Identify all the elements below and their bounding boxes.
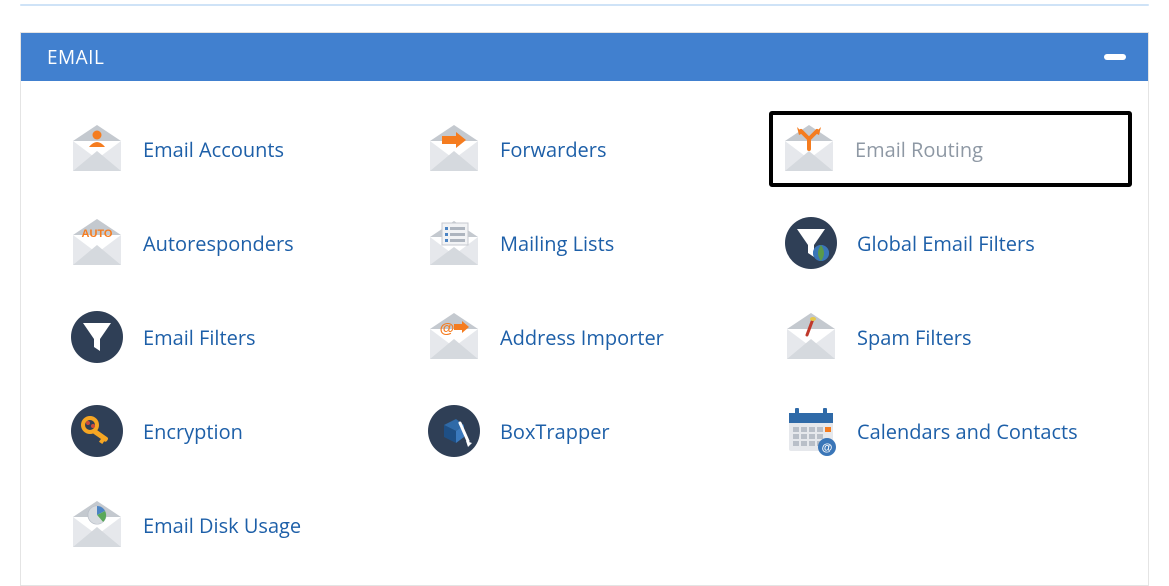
svg-text:AUTO: AUTO — [82, 228, 113, 240]
encryption-icon — [69, 403, 125, 459]
email-panel-header[interactable]: EMAIL — [21, 33, 1148, 81]
autoresponders-icon: AUTO — [69, 215, 125, 271]
collapse-icon[interactable] — [1104, 54, 1126, 60]
item-calendars-contacts[interactable]: @ Calendars and Contacts — [777, 399, 1124, 463]
top-divider — [20, 4, 1149, 6]
svg-text:@: @ — [822, 442, 833, 454]
item-label: Spam Filters — [857, 324, 972, 351]
item-email-disk-usage[interactable]: Email Disk Usage — [63, 493, 410, 557]
item-global-email-filters[interactable]: Global Email Filters — [777, 211, 1124, 275]
email-panel-title: EMAIL — [47, 44, 104, 70]
email-items-grid: Email Accounts Forwarders — [63, 117, 1124, 557]
spam-filters-icon — [783, 309, 839, 365]
calendars-contacts-icon: @ — [783, 403, 839, 459]
item-label: BoxTrapper — [500, 418, 610, 445]
item-mailing-lists[interactable]: Mailing Lists — [420, 211, 767, 275]
item-label: Mailing Lists — [500, 230, 614, 257]
email-accounts-icon — [69, 121, 125, 177]
email-routing-icon — [781, 121, 837, 177]
item-label: Autoresponders — [143, 230, 294, 257]
email-filters-icon — [69, 309, 125, 365]
item-label: Encryption — [143, 418, 243, 445]
item-label: Email Routing — [855, 136, 983, 163]
item-boxtrapper[interactable]: BoxTrapper — [420, 399, 767, 463]
item-address-importer[interactable]: @ Address Importer — [420, 305, 767, 369]
item-label: Global Email Filters — [857, 230, 1035, 257]
item-encryption[interactable]: Encryption — [63, 399, 410, 463]
item-label: Email Disk Usage — [143, 512, 301, 539]
address-importer-icon: @ — [426, 309, 482, 365]
mailing-lists-icon — [426, 215, 482, 271]
item-email-accounts[interactable]: Email Accounts — [63, 117, 410, 181]
item-spam-filters[interactable]: Spam Filters — [777, 305, 1124, 369]
email-disk-usage-icon — [69, 497, 125, 553]
item-label: Email Filters — [143, 324, 256, 351]
item-label: Address Importer — [500, 324, 664, 351]
forwarders-icon — [426, 121, 482, 177]
item-label: Email Accounts — [143, 136, 284, 163]
svg-text:@: @ — [440, 320, 455, 337]
item-autoresponders[interactable]: AUTO Autoresponders — [63, 211, 410, 275]
item-email-filters[interactable]: Email Filters — [63, 305, 410, 369]
global-email-filters-icon — [783, 215, 839, 271]
item-email-routing[interactable]: Email Routing — [769, 111, 1132, 187]
item-forwarders[interactable]: Forwarders — [420, 117, 767, 181]
item-label: Forwarders — [500, 136, 606, 163]
boxtrapper-icon — [426, 403, 482, 459]
email-panel-body: Email Accounts Forwarders — [21, 81, 1148, 585]
email-panel: EMAIL Email Accounts — [20, 32, 1149, 586]
item-label: Calendars and Contacts — [857, 418, 1078, 445]
